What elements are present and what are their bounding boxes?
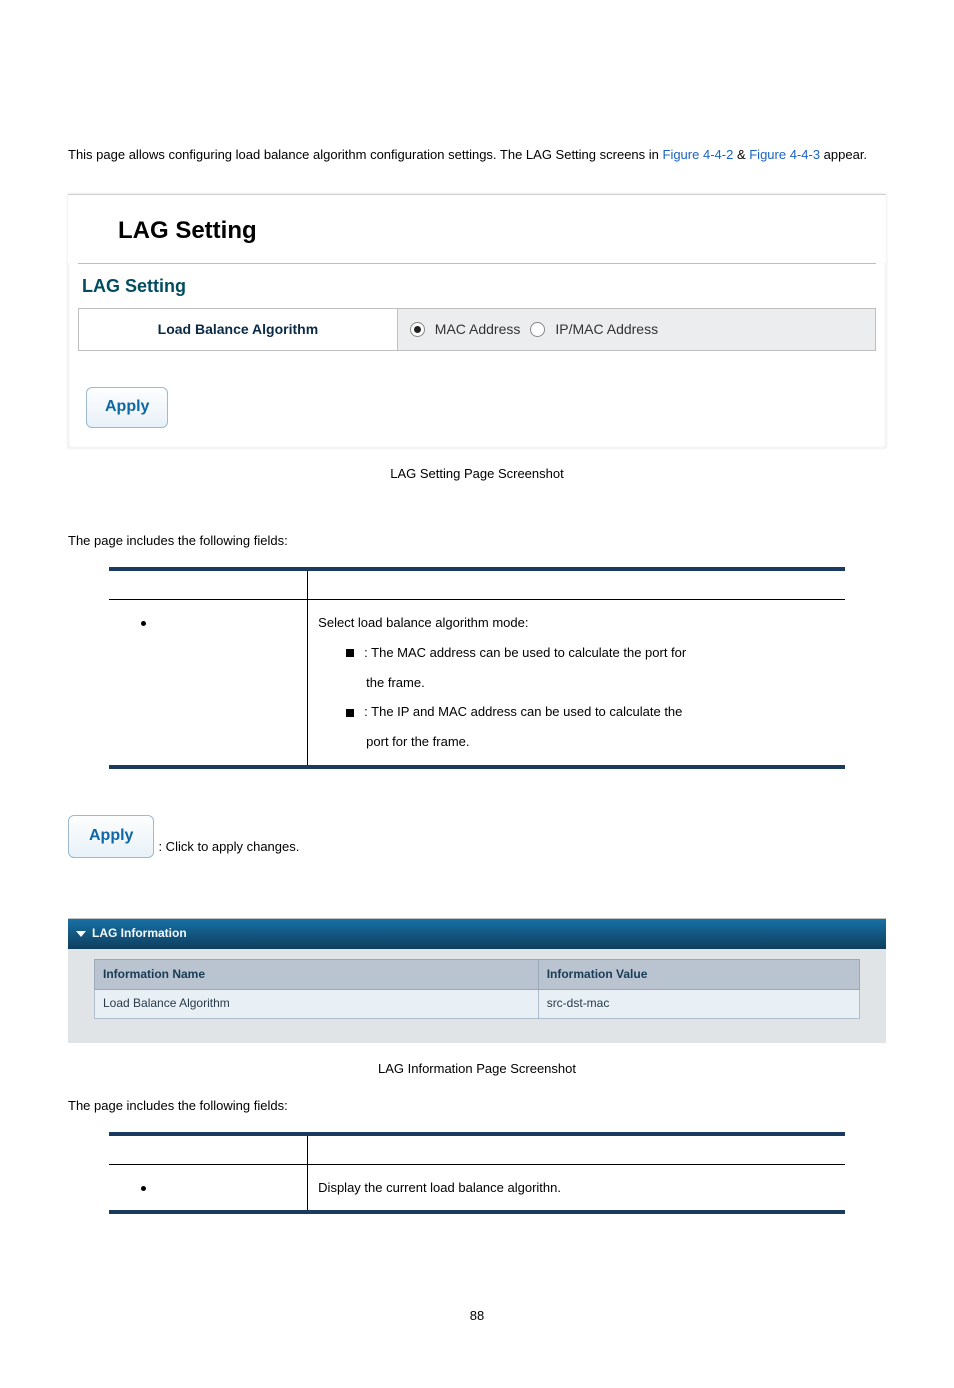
fields-intro-1: The page includes the following fields: [68, 529, 886, 552]
apply-button-sample[interactable]: Apply [68, 815, 154, 858]
radio-ip-mac-address-label: IP/MAC Address [555, 317, 658, 342]
apply-button-description: : Click to apply changes. [158, 835, 299, 858]
panel-title: LAG Information [92, 923, 187, 945]
column-header-value: Information Value [538, 959, 859, 990]
figure-link-4-4-2[interactable]: Figure 4-4-2 [663, 147, 734, 162]
fieldset-legend: LAG Setting [78, 264, 876, 308]
apply-button[interactable]: Apply [86, 387, 168, 428]
radio-mac-address[interactable] [410, 322, 425, 337]
bullet-icon [141, 621, 146, 626]
lag-information-screenshot: LAG Information Information Name Informa… [68, 918, 886, 1043]
figure-link-4-4-3[interactable]: Figure 4-4-3 [749, 147, 820, 162]
page-number: 88 [68, 1304, 886, 1327]
intro-prefix: This page allows configuring load balanc… [68, 147, 663, 162]
table-row: Load Balance Algorithm src-dst-mac [95, 990, 860, 1019]
field-table-1: Select load balance algorithm mode: : Th… [109, 567, 845, 769]
page-title: LAG Setting [68, 195, 886, 262]
screenshot-caption-1: LAG Setting Page Screenshot [68, 462, 886, 485]
table-row [109, 599, 308, 767]
radio-mac-address-label: MAC Address [435, 317, 521, 342]
info-name-cell: Load Balance Algorithm [95, 990, 539, 1019]
table-row [109, 1164, 308, 1212]
square-bullet-icon [346, 649, 354, 657]
chevron-down-icon [76, 931, 86, 937]
screenshot-caption-2: LAG Information Page Screenshot [68, 1057, 886, 1080]
bullet-icon [141, 1186, 146, 1191]
field-description: Display the current load balance algorit… [308, 1164, 845, 1212]
radio-ip-mac-address[interactable] [530, 322, 545, 337]
panel-header[interactable]: LAG Information [68, 919, 886, 949]
intro-suffix: appear. [824, 147, 867, 162]
field-table-2: Display the current load balance algorit… [109, 1132, 845, 1215]
field-description: Select load balance algorithm mode: : Th… [308, 599, 845, 767]
intro-amp: & [737, 147, 749, 162]
fields-intro-2: The page includes the following fields: [68, 1094, 886, 1117]
intro-paragraph: This page allows configuring load balanc… [68, 143, 886, 166]
column-header-name: Information Name [95, 959, 539, 990]
load-balance-algorithm-label: Load Balance Algorithm [79, 308, 398, 350]
lag-setting-screenshot: LAG Setting LAG Setting Load Balance Alg… [68, 194, 886, 448]
info-value-cell: src-dst-mac [538, 990, 859, 1019]
square-bullet-icon [346, 709, 354, 717]
